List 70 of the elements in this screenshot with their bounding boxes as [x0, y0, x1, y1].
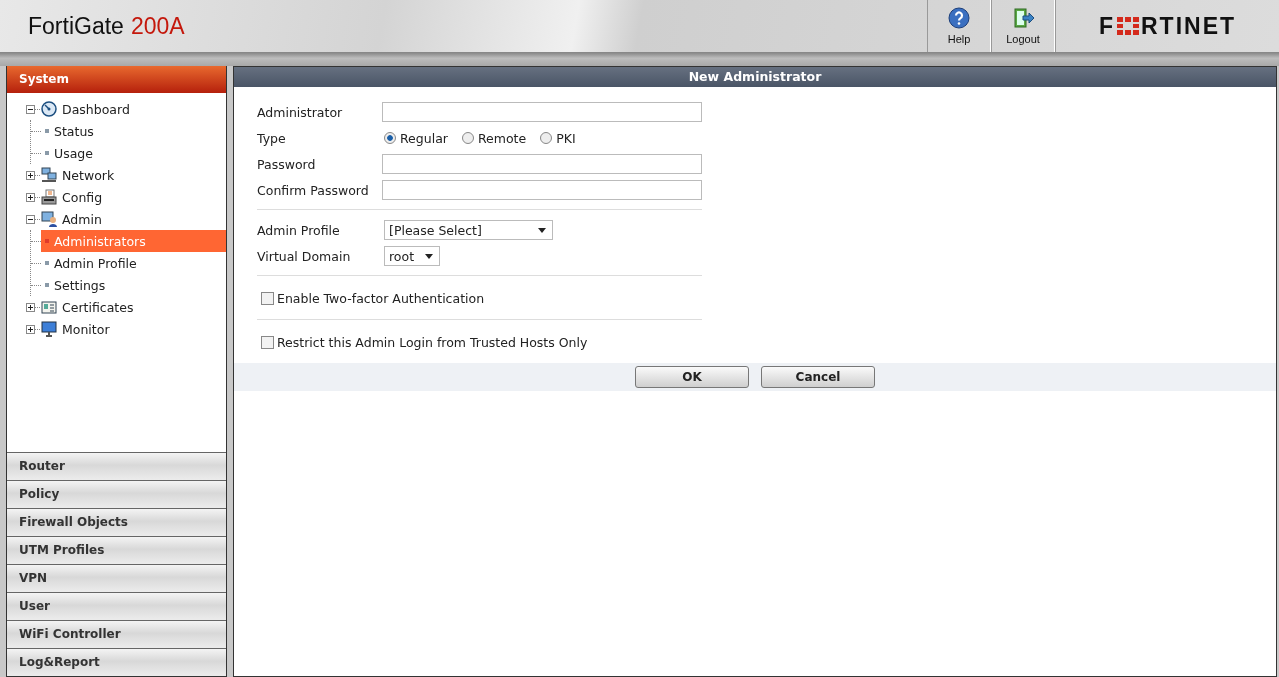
gauge-icon	[41, 101, 57, 117]
expand-icon[interactable]	[26, 324, 35, 334]
menu-section-header[interactable]: Firewall Objects	[7, 508, 226, 536]
collapse-icon[interactable]	[26, 104, 35, 114]
cancel-button[interactable]: Cancel	[761, 366, 875, 388]
menu-section-header[interactable]: WiFi Controller	[7, 620, 226, 648]
product-name: FortiGate	[28, 12, 124, 39]
checkbox-option[interactable]: Restrict this Admin Login from Trusted Hosts Only	[257, 327, 702, 357]
logout-button[interactable]: Logout	[991, 0, 1055, 52]
caret-icon	[537, 227, 546, 233]
input-field[interactable]	[381, 102, 702, 122]
tree-item[interactable]: Usage	[41, 142, 226, 164]
field-label: Administrator	[257, 104, 344, 120]
menu-section-header[interactable]: Log&Report	[7, 648, 226, 676]
input-field[interactable]	[381, 180, 702, 200]
menu-section-header[interactable]: System	[7, 66, 226, 93]
checkbox[interactable]	[261, 291, 274, 305]
dropdown[interactable]: [Please Select]	[384, 220, 553, 240]
bullet-icon	[45, 239, 49, 243]
tree-item[interactable]: Dashboard	[62, 101, 130, 117]
field-label: Type	[257, 130, 287, 146]
collapse-icon[interactable]	[26, 214, 35, 224]
field-label: Admin Profile	[257, 222, 341, 238]
model-number: 200A	[130, 12, 185, 39]
radio-button[interactable]	[461, 132, 474, 144]
input-field[interactable]	[381, 154, 702, 174]
printer-icon	[41, 189, 57, 205]
menu-section-header[interactable]: Router	[7, 452, 226, 480]
tree-item[interactable]: Certificates	[62, 299, 134, 315]
logo-grid-icon	[1117, 17, 1139, 35]
panel-title: New Administrator	[234, 67, 1276, 87]
bullet-icon	[45, 283, 49, 287]
expand-icon[interactable]	[26, 302, 35, 312]
menu-section-header[interactable]: Policy	[7, 480, 226, 508]
tree-item[interactable]: Config	[62, 189, 103, 205]
admin-user-icon	[41, 211, 57, 227]
logo: F RTINET	[1055, 0, 1279, 52]
tree-item[interactable]: Admin Profile	[41, 252, 226, 274]
menu-section-header[interactable]: UTM Profiles	[7, 536, 226, 564]
menu-section-header[interactable]: VPN	[7, 564, 226, 592]
checkbox-option[interactable]: Enable Two-factor Authentication	[257, 283, 702, 313]
network-icon	[41, 167, 57, 183]
radio-button[interactable]	[540, 132, 553, 144]
help-button[interactable]: Help	[927, 0, 991, 52]
tree-item[interactable]: Network	[62, 167, 115, 183]
radio-option[interactable]: PKI	[540, 130, 576, 146]
bullet-icon	[45, 129, 49, 133]
field-label: Password	[257, 156, 317, 172]
monitor-icon	[41, 321, 57, 337]
caret-icon	[425, 253, 434, 259]
radio-option[interactable]: Remote	[461, 130, 527, 146]
tree-item[interactable]: Admin	[62, 211, 102, 227]
tree-item[interactable]: Settings	[41, 274, 226, 296]
menu-section-header[interactable]: User	[7, 592, 226, 620]
field-label: Confirm Password	[257, 182, 370, 198]
radio-button[interactable]	[384, 132, 396, 144]
tree-item[interactable]: Status	[41, 120, 226, 142]
expand-icon[interactable]	[26, 192, 35, 202]
bullet-icon	[45, 261, 49, 265]
door-arrow-icon	[1011, 7, 1035, 29]
radio-option[interactable]: Regular	[384, 130, 448, 146]
checkbox[interactable]	[261, 335, 274, 349]
dropdown[interactable]: root	[384, 246, 441, 266]
field-label: Virtual Domain	[257, 248, 352, 264]
bullet-icon	[45, 151, 49, 155]
certificate-icon	[41, 299, 57, 315]
tree-item[interactable]: Monitor	[62, 321, 110, 337]
expand-icon[interactable]	[26, 170, 35, 180]
help-icon	[947, 7, 971, 29]
ok-button[interactable]: OK	[635, 366, 749, 388]
